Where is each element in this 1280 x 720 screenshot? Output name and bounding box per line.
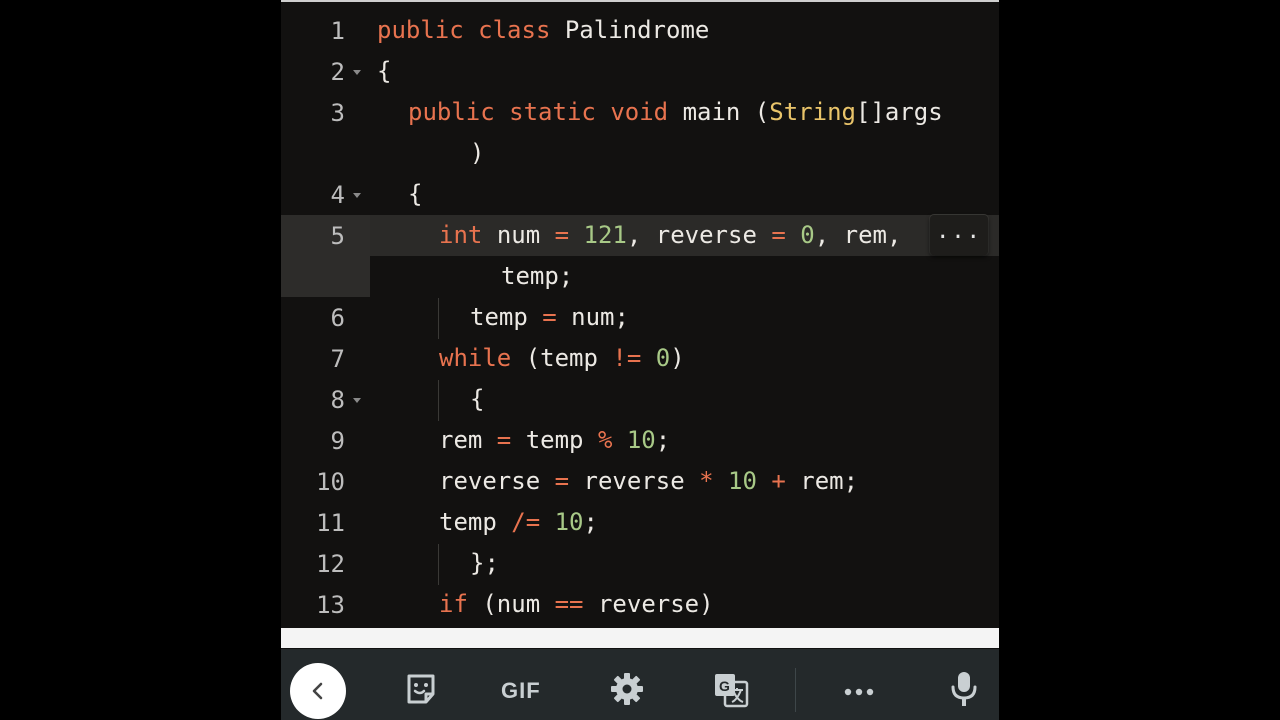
more-text-button[interactable]: ...	[930, 215, 988, 255]
line-number: 7	[330, 345, 345, 373]
divider	[281, 648, 999, 649]
code-line[interactable]: 12 };	[281, 543, 999, 584]
line-number: 11	[316, 509, 345, 537]
code-text: {	[408, 180, 423, 208]
line-number: 6	[330, 304, 345, 332]
voice-input-button[interactable]	[950, 670, 978, 713]
code-line[interactable]: 9 rem = temp % 10;	[281, 420, 999, 461]
fold-arrow-icon[interactable]	[353, 193, 361, 198]
code-text: temp /= 10;	[439, 508, 598, 536]
code-text: {	[470, 385, 485, 413]
gif-icon: GIF	[501, 678, 541, 703]
code-line[interactable]: 8 {	[281, 379, 999, 420]
code-text: while (temp != 0)	[439, 344, 685, 372]
toolbar-separator	[795, 668, 796, 712]
code-line-wrap[interactable]: temp;	[281, 256, 999, 297]
code-editor[interactable]: 1 public class Palindrome 2 { 3 public s…	[281, 2, 999, 628]
code-line[interactable]: 1 public class Palindrome	[281, 10, 999, 51]
line-number: 2	[330, 58, 345, 86]
svg-text:G: G	[719, 678, 730, 694]
line-number: 8	[330, 386, 345, 414]
fold-arrow-icon[interactable]	[353, 70, 361, 75]
line-number: 9	[330, 427, 345, 455]
code-line[interactable]: 10 reverse = reverse * 10 + rem;	[281, 461, 999, 502]
sticker-button[interactable]	[404, 672, 438, 711]
gear-icon	[611, 673, 643, 705]
code-text: int num = 121, reverse = 0, rem,	[439, 221, 902, 249]
code-line[interactable]: 4 {	[281, 174, 999, 215]
line-number: 12	[316, 550, 345, 578]
gif-button[interactable]: GIF	[501, 678, 541, 704]
code-text: if (num == reverse)	[439, 590, 714, 618]
code-line-active[interactable]: 5 int num = 121, reverse = 0, rem,	[281, 215, 999, 256]
code-text: temp = num;	[470, 303, 629, 331]
code-text: rem = temp % 10;	[439, 426, 671, 454]
line-number: 5	[330, 222, 345, 250]
code-line[interactable]: 7 while (temp != 0)	[281, 338, 999, 379]
fold-arrow-icon[interactable]	[353, 398, 361, 403]
keyboard-toolbar: GIF G	[281, 628, 999, 720]
more-button[interactable]	[844, 684, 874, 702]
microphone-icon	[951, 672, 977, 706]
code-line[interactable]: 11 temp /= 10;	[281, 502, 999, 543]
translate-button[interactable]: G	[713, 672, 749, 713]
line-number: 3	[330, 99, 345, 127]
code-text: {	[377, 57, 392, 85]
code-line[interactable]: 3 public static void main (String[]args …	[281, 92, 999, 174]
code-line[interactable]: 2 {	[281, 51, 999, 92]
gutter-highlight	[281, 256, 370, 297]
back-button[interactable]	[290, 663, 346, 719]
line-number: 13	[316, 591, 345, 619]
screen: 1 public class Palindrome 2 { 3 public s…	[281, 0, 999, 720]
code-text: public static void main (String[]args	[408, 98, 943, 126]
line-number: 1	[330, 17, 345, 45]
code-line[interactable]: 6 temp = num;	[281, 297, 999, 338]
code-line[interactable]: 13 if (num == reverse)	[281, 584, 999, 625]
sticker-icon	[407, 674, 435, 704]
line-number: 10	[316, 468, 345, 496]
keyboard-top-edge	[281, 628, 999, 648]
translate-icon: G	[715, 674, 749, 708]
more-icon	[844, 688, 874, 696]
code-text: reverse = reverse * 10 + rem;	[439, 467, 859, 495]
code-text-wrapped: temp;	[501, 262, 574, 290]
code-text-wrapped: )	[470, 139, 485, 167]
code-text: public class Palindrome	[377, 16, 710, 44]
back-arrow-icon	[312, 682, 323, 700]
line-number: 4	[330, 181, 345, 209]
settings-button[interactable]	[610, 672, 644, 711]
code-text: };	[470, 549, 499, 577]
